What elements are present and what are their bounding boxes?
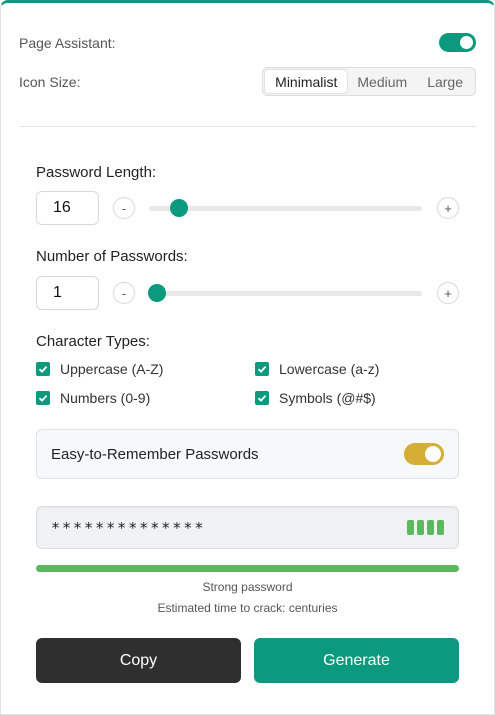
crack-time-label: Estimated time to crack: centuries [157,601,338,615]
strength-bar [36,565,459,572]
number-of-passwords-increase-button[interactable]: + [437,282,459,304]
icon-size-row: Icon Size: Minimalist Medium Large [19,67,476,96]
icon-size-medium[interactable]: Medium [347,70,417,93]
strength-segment [417,520,424,535]
generated-password-field[interactable]: ************** [36,506,459,549]
page-assistant-label: Page Assistant: [19,34,116,51]
uppercase-option: Uppercase (A-Z) [36,361,163,377]
strength-segment [407,520,414,535]
number-of-passwords-decrease-button[interactable]: - [113,282,135,304]
icon-size-label: Icon Size: [19,73,81,90]
check-icon [38,365,48,373]
uppercase-label: Uppercase (A-Z) [60,361,164,377]
lowercase-option: Lowercase (a-z) [255,361,379,377]
generate-button[interactable]: Generate [254,638,459,683]
password-length-input[interactable]: 16 [36,191,99,225]
easy-to-remember-toggle[interactable] [404,443,444,465]
symbols-label: Symbols (@#$) [279,390,376,406]
strength-segment [437,520,444,535]
strength-label: Strong password [202,580,293,594]
page-assistant-row: Page Assistant: [19,33,476,52]
strength-meter-icon [407,520,444,535]
password-length-slider[interactable] [149,199,422,217]
symbols-option: Symbols (@#$) [255,390,376,406]
easy-to-remember-card: Easy-to-Remember Passwords [36,429,459,479]
page-assistant-toggle[interactable] [439,33,476,52]
strength-segment [427,520,434,535]
icon-size-large[interactable]: Large [417,70,473,93]
copy-button[interactable]: Copy [36,638,241,683]
icon-size-segmented-control: Minimalist Medium Large [262,67,476,96]
check-icon [257,365,267,373]
section-divider [19,126,476,127]
character-types-label: Character Types: [36,333,150,350]
numbers-label: Numbers (0-9) [60,390,151,406]
password-length-decrease-button[interactable]: - [113,197,135,219]
password-length-label: Password Length: [36,164,157,181]
lowercase-label: Lowercase (a-z) [279,361,380,377]
check-icon [38,394,48,402]
check-icon [257,394,267,402]
easy-to-remember-label: Easy-to-Remember Passwords [51,445,259,463]
toggle-knob [460,36,473,49]
toggle-knob [425,446,441,462]
icon-size-minimalist[interactable]: Minimalist [265,70,348,93]
symbols-checkbox[interactable] [255,391,269,405]
number-of-passwords-label: Number of Passwords: [36,248,188,265]
uppercase-checkbox[interactable] [36,362,50,376]
password-length-slider-thumb[interactable] [170,199,189,217]
numbers-checkbox[interactable] [36,391,50,405]
password-length-increase-button[interactable]: + [437,197,459,219]
lowercase-checkbox[interactable] [255,362,269,376]
number-of-passwords-input[interactable]: 1 [36,276,99,310]
numbers-option: Numbers (0-9) [36,390,150,406]
number-of-passwords-slider[interactable] [148,284,422,302]
generated-password-text: ************** [51,518,206,537]
